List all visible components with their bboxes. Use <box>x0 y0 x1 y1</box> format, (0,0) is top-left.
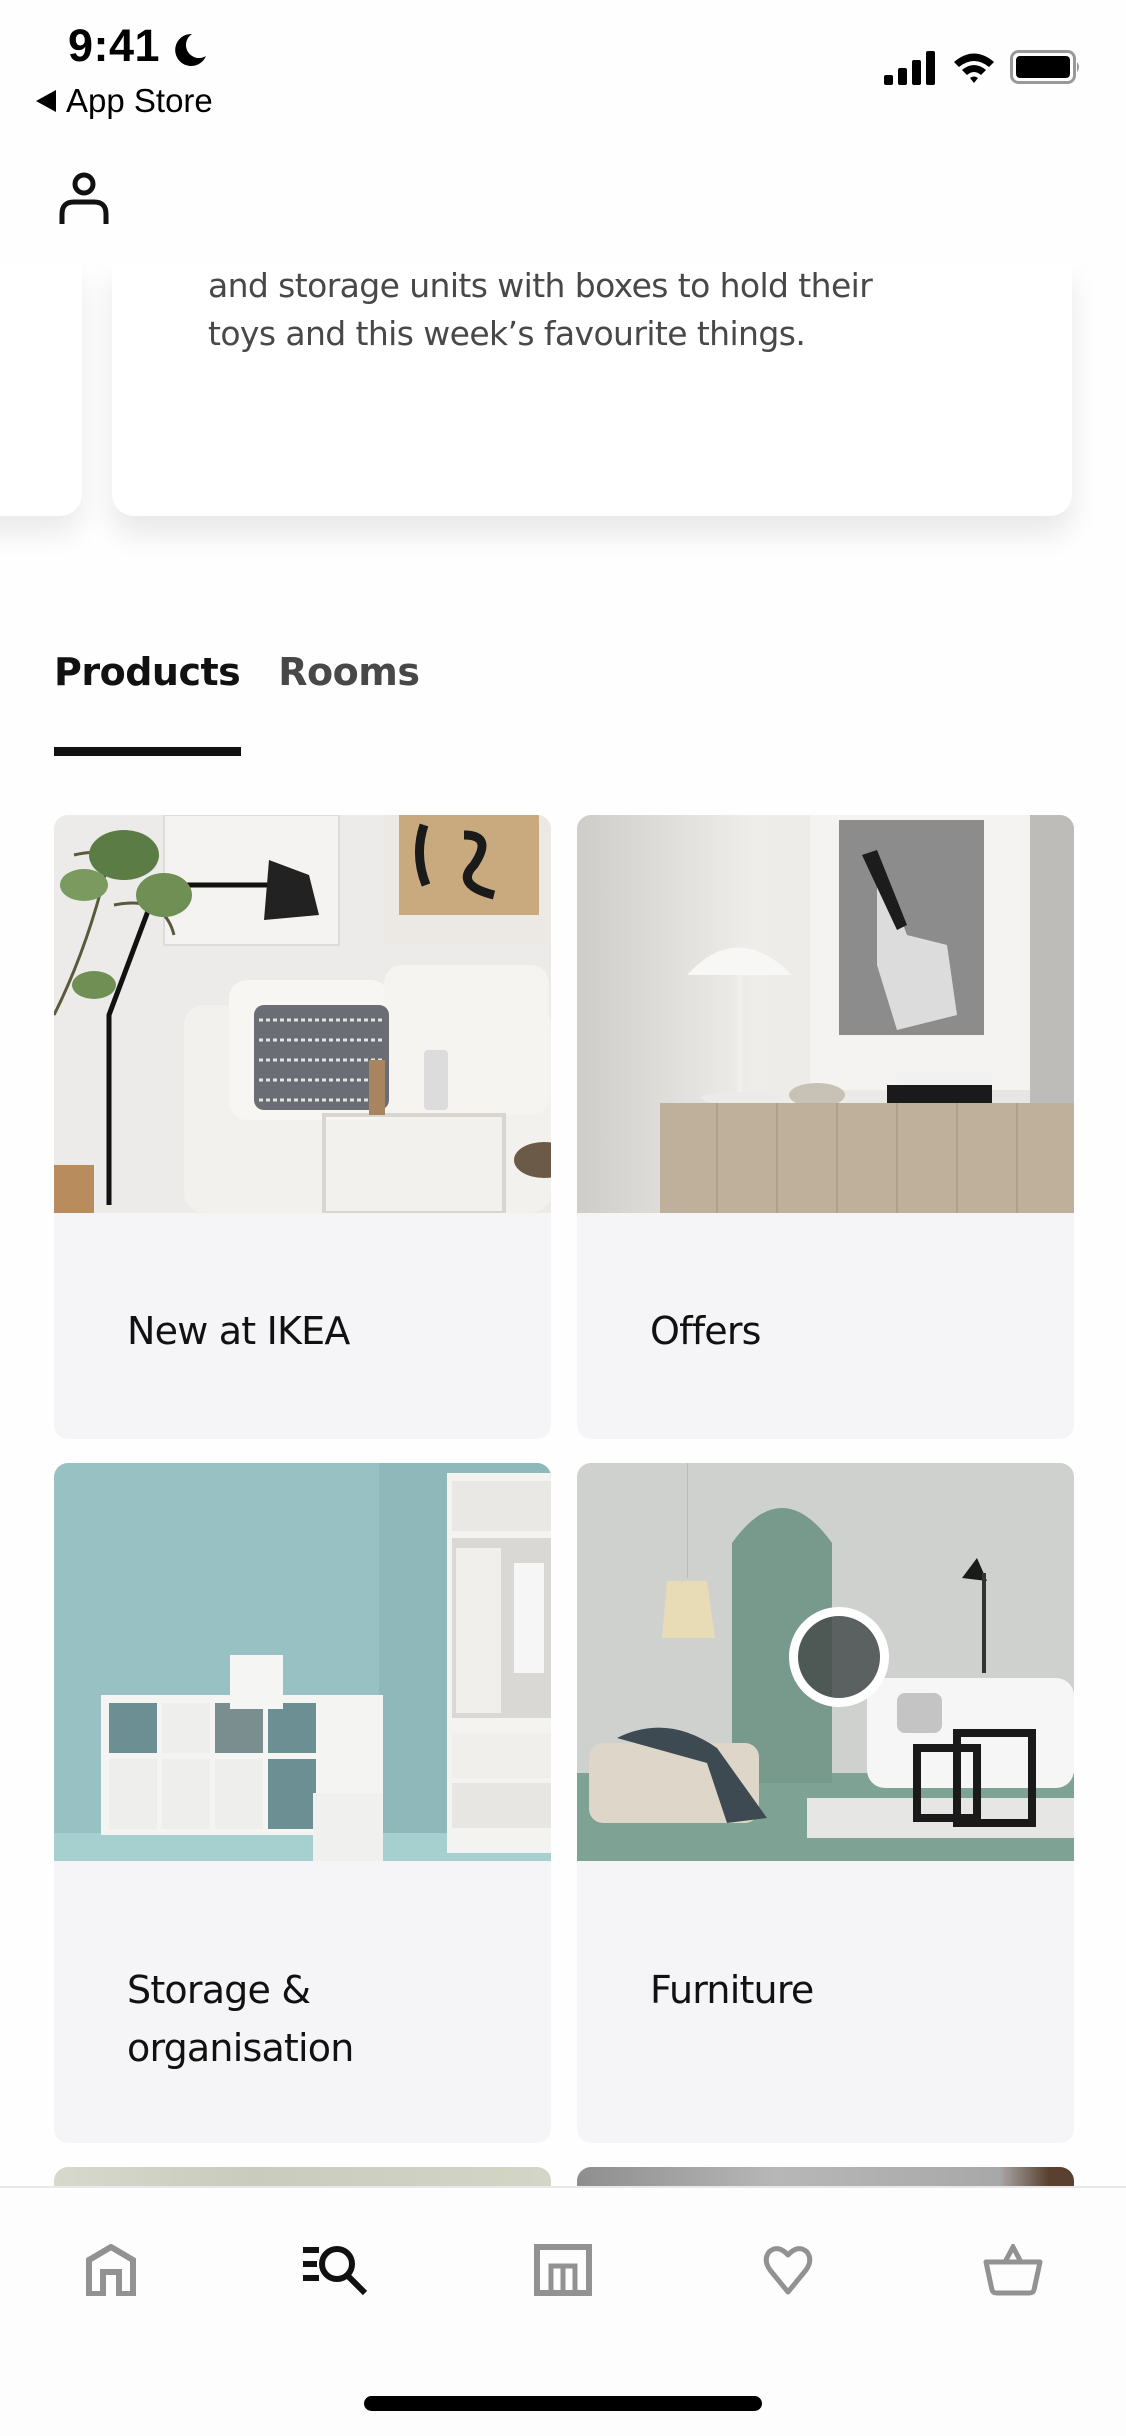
profile-button[interactable] <box>54 168 114 228</box>
category-label-line: organisation <box>127 2026 354 2070</box>
category-label-line: Storage & <box>127 1968 311 2012</box>
category-tile-storage-organisation[interactable]: Storage & organisation <box>54 1463 551 2143</box>
category-label: Furniture <box>650 1968 814 2012</box>
active-tab-indicator <box>54 747 241 756</box>
shelving-storage-photo <box>54 1463 551 1861</box>
person-icon <box>59 172 109 224</box>
search-icon <box>303 2246 368 2296</box>
hero-card[interactable]: and storage units with boxes to hold the… <box>112 262 1072 516</box>
nav-favourites[interactable] <box>748 2230 828 2310</box>
sideboard-lamp-photo <box>577 815 1074 1213</box>
basket-icon <box>983 2244 1043 2296</box>
cellular-signal-icon <box>884 51 935 85</box>
category-grid: New at IKEA Offers Storage & organisatio… <box>54 815 1074 2227</box>
hero-card-text-line: toys and this week’s favourite things. <box>208 314 806 353</box>
green-living-room-photo <box>577 1463 1074 1861</box>
tab-products[interactable]: Products <box>54 650 241 694</box>
heart-icon <box>763 2246 813 2295</box>
back-label: App Store <box>66 82 213 119</box>
category-label: Storage & organisation <box>127 1961 354 2077</box>
category-label: New at IKEA <box>127 1309 350 1353</box>
living-room-sofa-photo <box>54 815 551 1213</box>
moon-icon <box>175 33 206 66</box>
back-triangle-icon <box>36 90 56 112</box>
category-tile-offers[interactable]: Offers <box>577 815 1074 1439</box>
touch-indicator <box>789 1607 889 1707</box>
category-tile-furniture[interactable]: Furniture <box>577 1463 1074 2143</box>
system-icons <box>884 50 1082 86</box>
store-icon <box>534 2244 592 2296</box>
back-to-app-store[interactable]: App Store <box>36 82 213 120</box>
hero-carousel[interactable]: and storage units with boxes to hold the… <box>0 262 1126 532</box>
wifi-icon <box>954 53 994 83</box>
category-tabs: Products Rooms <box>54 650 420 694</box>
nav-home[interactable] <box>71 2230 151 2310</box>
hero-card-description: and storage units with boxes to hold the… <box>208 262 968 358</box>
nav-search[interactable] <box>296 2230 376 2310</box>
hero-card-previous[interactable] <box>0 262 82 516</box>
category-tile-new-at-ikea[interactable]: New at IKEA <box>54 815 551 1439</box>
nav-stores[interactable] <box>523 2230 603 2310</box>
tab-rooms[interactable]: Rooms <box>278 650 420 694</box>
home-icon <box>86 2244 136 2296</box>
hero-card-text-line: and storage units with boxes to hold the… <box>208 266 873 305</box>
status-time: 9:41 <box>68 20 161 71</box>
nav-basket[interactable] <box>973 2230 1053 2310</box>
battery-icon <box>1010 50 1079 84</box>
home-indicator[interactable] <box>364 2396 762 2411</box>
status-bar: 9:41 App Store <box>0 0 1126 120</box>
category-label: Offers <box>650 1309 761 1353</box>
